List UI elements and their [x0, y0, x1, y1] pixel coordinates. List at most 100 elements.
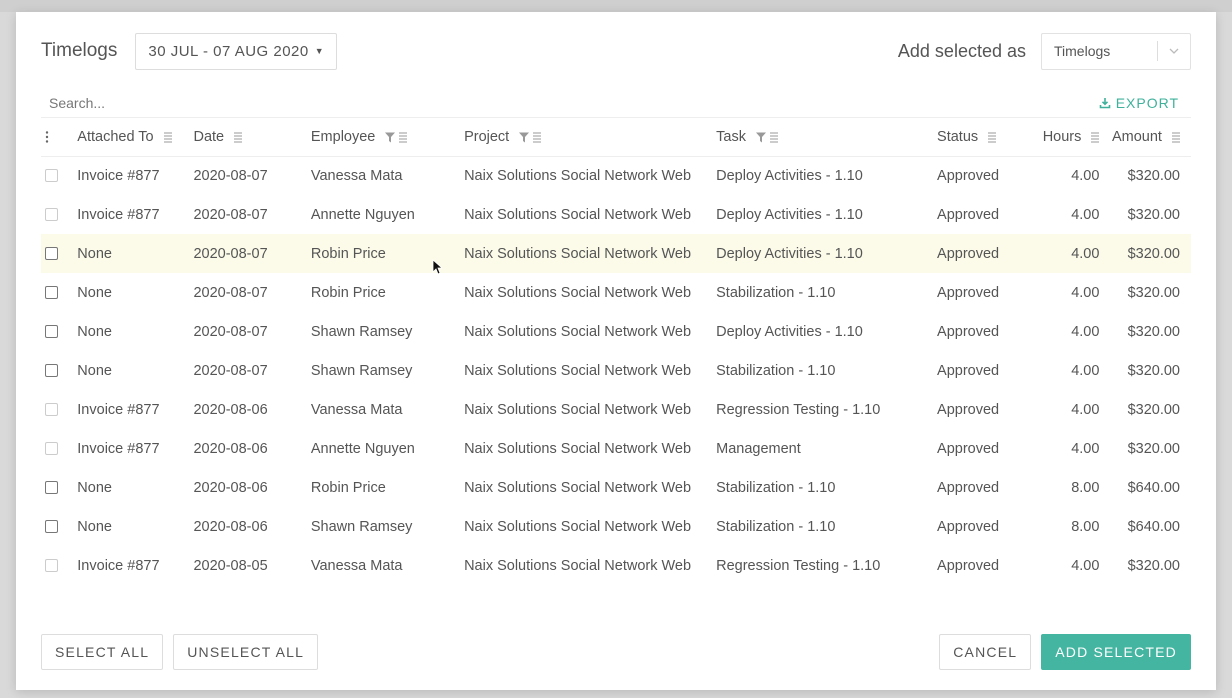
column-header-label: Status [937, 129, 979, 146]
column-menu-icon[interactable] [533, 132, 542, 143]
unselect-all-button[interactable]: UNSELECT ALL [173, 634, 319, 670]
more-vertical-icon[interactable] [45, 131, 49, 144]
cell-employee: Robin Price [310, 479, 386, 496]
column-header-amount[interactable]: Amount [1099, 119, 1191, 157]
cell-amount: $320.00 [1127, 401, 1180, 418]
date-range-label: 30 JUL - 07 AUG 2020 [148, 42, 309, 60]
cell-task: Management [716, 440, 801, 457]
filter-icon[interactable] [755, 132, 766, 143]
date-range-picker[interactable]: 30 JUL - 07 AUG 2020 ▼ [135, 32, 338, 70]
column-menu-icon[interactable] [988, 132, 997, 143]
add-selected-button[interactable]: ADD SELECTED [1041, 634, 1191, 670]
table-row[interactable]: None 2020-08-06 Shawn Ramsey Naix Soluti… [41, 507, 1191, 546]
cell-hours: 4.00 [1071, 284, 1100, 301]
row-checkbox[interactable] [45, 520, 58, 534]
table-row[interactable]: None 2020-08-07 Shawn Ramsey Naix Soluti… [41, 351, 1191, 390]
row-checkbox[interactable] [45, 325, 58, 339]
cell-date: 2020-08-07 [193, 284, 268, 301]
modal-title: Timelogs [41, 40, 118, 61]
export-button[interactable]: EXPORT [1099, 95, 1191, 111]
cell-employee: Vanessa Mata [310, 167, 403, 184]
cell-attached-to: None [77, 479, 112, 496]
column-header-hours[interactable]: Hours [1020, 119, 1100, 157]
column-menu-icon[interactable] [163, 132, 172, 143]
column-header-attached-to[interactable]: Attached To [77, 119, 194, 157]
cell-status: Approved [937, 479, 1000, 496]
table-row[interactable]: None 2020-08-07 Shawn Ramsey Naix Soluti… [41, 312, 1191, 351]
cell-attached-to: Invoice #877 [77, 440, 160, 457]
column-header-label: Task [716, 129, 746, 146]
table-row[interactable]: Invoice #877 2020-08-05 Vanessa Mata Nai… [41, 546, 1191, 585]
column-menu-icon[interactable] [769, 132, 778, 143]
cell-date: 2020-08-07 [193, 206, 268, 223]
table-row[interactable]: Invoice #877 2020-08-06 Vanessa Mata Nai… [41, 390, 1191, 429]
cell-employee: Vanessa Mata [310, 557, 403, 574]
table-row[interactable]: Invoice #877 2020-08-06 Annette Nguyen N… [41, 429, 1191, 468]
cell-attached-to: None [77, 362, 112, 379]
filter-icon[interactable] [519, 132, 530, 143]
cell-project: Naix Solutions Social Network Web [464, 323, 692, 340]
cell-date: 2020-08-06 [193, 401, 268, 418]
download-icon [1099, 97, 1110, 108]
cell-project: Naix Solutions Social Network Web [464, 518, 692, 535]
column-header-employee[interactable]: Employee [310, 119, 465, 157]
cell-date: 2020-08-05 [193, 557, 268, 574]
column-header-project[interactable]: Project [464, 119, 717, 157]
row-checkbox[interactable] [45, 286, 58, 300]
cell-employee: Shawn Ramsey [310, 362, 413, 379]
cell-amount: $320.00 [1127, 323, 1180, 340]
cell-date: 2020-08-07 [193, 323, 268, 340]
column-header-status[interactable]: Status [937, 119, 1021, 157]
table-row[interactable]: None 2020-08-07 Robin Price Naix Solutio… [41, 273, 1191, 312]
column-header-date[interactable]: Date [193, 119, 311, 157]
cell-project: Naix Solutions Social Network Web [464, 167, 692, 184]
cell-date: 2020-08-06 [193, 518, 268, 535]
cell-status: Approved [937, 284, 1000, 301]
row-checkbox[interactable] [45, 247, 58, 261]
timelogs-table: Attached To Date Employee Project Task S… [41, 119, 1191, 585]
cell-attached-to: None [77, 284, 112, 301]
row-checkbox[interactable] [45, 481, 58, 495]
cell-status: Approved [937, 234, 1021, 273]
row-checkbox[interactable] [45, 364, 58, 378]
cell-project: Naix Solutions Social Network Web [464, 479, 692, 496]
column-header-task[interactable]: Task [716, 119, 938, 157]
modal-header: Timelogs 30 JUL - 07 AUG 2020 ▼ Add sele… [41, 32, 1191, 70]
cancel-button[interactable]: CANCEL [939, 634, 1032, 670]
cell-hours: 4.00 [1071, 401, 1100, 418]
cell-employee: Shawn Ramsey [310, 518, 413, 535]
column-menu-icon[interactable] [1091, 132, 1100, 143]
column-options[interactable] [41, 119, 78, 157]
column-menu-icon[interactable] [234, 132, 243, 143]
filter-icon[interactable] [385, 132, 396, 143]
cell-hours: 4.00 [1020, 234, 1100, 273]
cell-task: Stabilization - 1.10 [716, 362, 836, 379]
table-row[interactable]: Invoice #877 2020-08-07 Annette Nguyen N… [41, 195, 1191, 234]
add-selected-as-label: Add selected as [897, 40, 1026, 61]
chevron-down-icon[interactable] [1158, 46, 1190, 57]
table-row[interactable]: None 2020-08-07 Robin Price Naix Solutio… [41, 234, 1191, 273]
cell-amount: $320.00 [1127, 557, 1180, 574]
table-row[interactable]: Invoice #877 2020-08-07 Vanessa Mata Nai… [41, 156, 1191, 195]
cell-amount: $320.00 [1099, 234, 1191, 273]
column-header-label: Amount [1111, 129, 1162, 146]
cell-project: Naix Solutions Social Network Web [464, 206, 692, 223]
cell-attached-to: Invoice #877 [77, 167, 160, 184]
column-menu-icon[interactable] [399, 132, 408, 143]
table-row[interactable]: None 2020-08-06 Robin Price Naix Solutio… [41, 468, 1191, 507]
cell-task: Deploy Activities - 1.10 [716, 234, 938, 273]
select-all-button[interactable]: SELECT ALL [41, 634, 164, 670]
cell-amount: $320.00 [1127, 167, 1180, 184]
cell-hours: 8.00 [1071, 518, 1100, 535]
cell-hours: 8.00 [1071, 479, 1100, 496]
column-menu-icon[interactable] [1172, 132, 1180, 143]
cell-employee: Vanessa Mata [310, 401, 403, 418]
cell-attached-to: Invoice #877 [77, 206, 160, 223]
add-selected-as-select[interactable]: Timelogs [1041, 32, 1191, 70]
cell-amount: $320.00 [1127, 206, 1180, 223]
search-input[interactable] [41, 94, 1099, 111]
column-header-label: Date [193, 129, 225, 146]
cell-employee: Shawn Ramsey [310, 323, 413, 340]
cell-attached-to: None [77, 323, 112, 340]
cell-project: Naix Solutions Social Network Web [464, 557, 692, 574]
